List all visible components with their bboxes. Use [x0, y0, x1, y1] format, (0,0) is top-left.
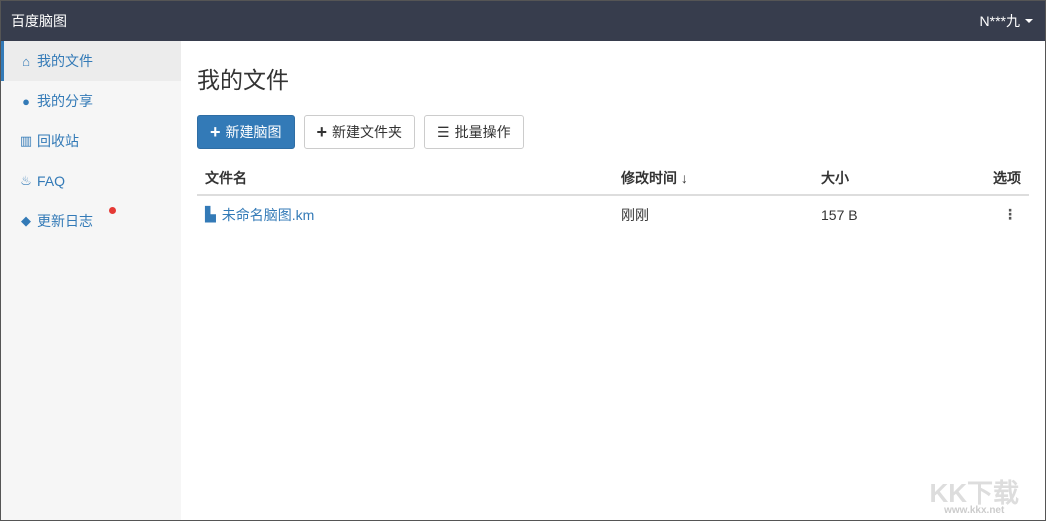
batch-operation-button[interactable]: ☰ 批量操作 — [424, 115, 524, 149]
sidebar-item-my-shares[interactable]: ● 我的分享 — [1, 81, 181, 121]
file-link[interactable]: ▙ 未命名脑图.km — [205, 205, 605, 225]
header-name[interactable]: 文件名 — [197, 161, 613, 196]
button-label: 批量操作 — [454, 124, 511, 140]
sort-down-icon: ↓ — [680, 169, 688, 186]
user-menu[interactable]: N***九 — [980, 11, 1033, 31]
header-options: 选项 — [930, 161, 1029, 196]
file-table: 文件名 修改时间 ↓ 大小 选项 ▙ 未命名脑图.km 刚刚 157 B ⋮ — [197, 161, 1029, 233]
file-icon: ▙ — [205, 206, 216, 222]
header-modified[interactable]: 修改时间 ↓ — [613, 161, 813, 196]
new-folder-button[interactable]: + 新建文件夹 — [303, 115, 416, 149]
sidebar-item-recycle-bin[interactable]: ▥ 回收站 — [1, 121, 181, 161]
plus-icon: + — [316, 122, 328, 142]
sidebar: ⌂ 我的文件 ● 我的分享 ▥ 回收站 ♨ FAQ ◆ 更新日志 — [1, 41, 181, 520]
home-icon: ⌂ — [22, 53, 30, 69]
brand-logo[interactable]: 百度脑图 — [11, 11, 67, 31]
sidebar-item-label: 我的分享 — [37, 93, 93, 109]
watermark: KK下载 www.kkx.net — [929, 480, 1019, 516]
header-label: 修改时间 — [621, 169, 677, 186]
page-title: 我的文件 — [197, 67, 289, 93]
table-row: ▙ 未命名脑图.km 刚刚 157 B ⋮ — [197, 195, 1029, 233]
notification-dot — [109, 207, 116, 214]
sidebar-item-my-files[interactable]: ⌂ 我的文件 — [1, 41, 181, 81]
caret-down-icon — [1025, 19, 1033, 23]
globe-icon: ● — [22, 93, 30, 109]
list-icon: ☰ — [437, 123, 450, 140]
watermark-text: KK下载 — [929, 478, 1019, 508]
plus-icon: + — [210, 122, 221, 142]
username: N***九 — [979, 13, 1020, 29]
sidebar-item-label: 回收站 — [37, 133, 79, 149]
sidebar-item-changelog[interactable]: ◆ 更新日志 — [1, 201, 181, 241]
file-modified: 刚刚 — [621, 206, 649, 223]
toolbar: + 新建脑图 + 新建文件夹 ☰ 批量操作 — [197, 115, 1029, 149]
trash-icon: ▥ — [19, 133, 33, 148]
tags-icon: ◆ — [21, 213, 31, 228]
button-label: 新建脑图 — [225, 124, 282, 140]
fire-icon: ♨ — [20, 173, 32, 188]
header-size[interactable]: 大小 — [813, 161, 931, 196]
sidebar-item-label: 我的文件 — [37, 53, 93, 69]
more-options-icon[interactable]: ⋮ — [931, 195, 1029, 233]
main-content: 我的文件 + 新建脑图 + 新建文件夹 ☰ 批量操作 文件名 修改时间 ↓ 大小 选项… — [197, 41, 1029, 233]
file-name: 未命名脑图.km — [221, 206, 315, 223]
new-mindmap-button[interactable]: + 新建脑图 — [197, 115, 295, 149]
top-navbar: 百度脑图 N***九 — [1, 1, 1045, 41]
sidebar-item-label: 更新日志 — [37, 213, 93, 229]
file-size: 157 B — [821, 206, 858, 223]
button-label: 新建文件夹 — [332, 124, 403, 140]
sidebar-item-faq[interactable]: ♨ FAQ — [1, 161, 181, 201]
sidebar-item-label: FAQ — [37, 173, 66, 189]
